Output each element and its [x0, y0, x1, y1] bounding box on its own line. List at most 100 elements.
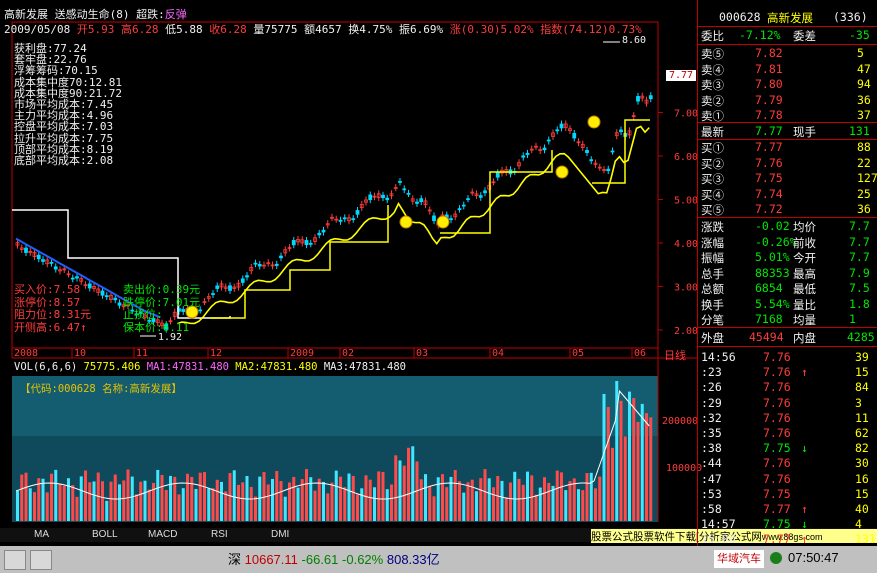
volume-bar: [606, 407, 610, 521]
quote-value: 5.54%: [755, 296, 790, 311]
ask-price[interactable]: 7.80: [755, 77, 783, 91]
volume-bar: [181, 488, 185, 521]
quote-value: 7.5: [849, 281, 870, 295]
tick-price: 7.76: [763, 350, 791, 364]
candle-body: [245, 275, 249, 278]
tick-time: 15:00: [701, 532, 736, 547]
ask-price[interactable]: 7.82: [755, 46, 783, 60]
cost-stats: 获利盘:77.24 套牢盘:22.76 浮筹筹码:70.15 成本集中度70:12.8…: [0, 40, 200, 180]
tick-price: 7.76: [763, 395, 791, 410]
volume-bar: [547, 482, 551, 521]
tick-price: 7.76: [763, 471, 791, 486]
trend-line-yellow: [177, 125, 650, 325]
candle-body: [546, 139, 551, 142]
price-tick-label: 7.00: [674, 109, 697, 120]
volume-bar: [130, 476, 134, 521]
volume-bar: [198, 472, 202, 521]
volume-bar: [390, 484, 393, 521]
volume-header: VOL(6,6,6) 75775.406 MA1:47831.480 MA2:4…: [14, 361, 406, 373]
panel-name[interactable]: 高新发展: [767, 10, 813, 26]
volume-bar: [79, 476, 83, 521]
latest-label: 最新: [701, 125, 724, 139]
candle-body: [41, 259, 45, 262]
volume-bar: [62, 485, 66, 521]
bid-price[interactable]: 7.74: [755, 187, 783, 201]
bid-price[interactable]: 7.72: [755, 202, 783, 216]
volume-bar: [581, 490, 585, 521]
tick-price: 7.76: [763, 380, 791, 395]
quote-value: 7168: [755, 312, 783, 326]
bid-price[interactable]: 7.77: [755, 140, 783, 154]
menu-button[interactable]: [4, 550, 26, 570]
tab-dmi[interactable]: DMI: [271, 529, 289, 540]
quote-value: 88353: [755, 265, 790, 280]
volume-bar: [453, 470, 457, 521]
panel-divider: [697, 346, 877, 347]
volume-bar: [351, 475, 355, 521]
low: 低5.88: [165, 23, 203, 36]
weicha-label: 委差: [793, 29, 816, 43]
volume-bar: [424, 474, 427, 521]
weibi-value: -7.12%: [739, 28, 781, 42]
weibi-label: 委比: [701, 29, 724, 43]
smiley-icon: [436, 215, 450, 229]
ticker-name[interactable]: 华域汽车: [714, 550, 764, 568]
bid-price[interactable]: 7.76: [755, 156, 783, 170]
index-amount: 808.33亿: [386, 552, 440, 567]
volume-bar: [50, 473, 53, 521]
volume-bar: [543, 477, 546, 521]
index-change: -66.61: [301, 552, 339, 567]
candle-body: [542, 147, 547, 151]
volume-bar: [568, 481, 572, 521]
tick-time: :32: [701, 410, 722, 425]
candle-body: [415, 201, 419, 204]
low-label: 1.92: [158, 332, 183, 343]
candle-body: [559, 123, 564, 129]
candle-body: [495, 172, 500, 178]
ask-label: 卖⑤: [701, 47, 724, 61]
tick-time: :53: [701, 486, 722, 501]
volume-bar: [228, 473, 232, 521]
period-label[interactable]: 日线: [664, 347, 686, 363]
change: 涨(0.30)5.02%: [449, 23, 534, 36]
tick-price: 7.75: [763, 517, 791, 532]
tab-macd[interactable]: MACD: [148, 529, 177, 540]
ask-price[interactable]: 7.78: [755, 108, 783, 122]
bid-price[interactable]: 7.75: [755, 171, 783, 185]
toolbar-button[interactable]: [30, 550, 52, 570]
tab-ma[interactable]: MA: [34, 529, 49, 540]
candle-body: [355, 210, 360, 215]
volume-bar: [20, 474, 24, 521]
volume-bar: [139, 481, 143, 521]
volume-bar: [339, 476, 342, 521]
tab-rsi[interactable]: RSI: [211, 529, 228, 540]
tick-time: 14:57: [701, 517, 736, 532]
volume-bar: [169, 475, 172, 521]
ask-price[interactable]: 7.79: [755, 93, 783, 107]
candle-body: [253, 262, 258, 265]
time-tick-label: 12: [210, 348, 222, 359]
volume-bar: [445, 487, 449, 521]
candle-body: [49, 261, 54, 264]
volume-bar: [241, 482, 245, 521]
volume-bar: [254, 496, 257, 521]
tick-time: :44: [701, 456, 722, 471]
tick-vol: 84: [855, 380, 869, 395]
vol-ma2: MA2:47831.480: [235, 361, 318, 373]
volume-bar: [475, 491, 478, 521]
tick-vol: 82: [855, 441, 869, 456]
quote-label: 振幅: [701, 251, 724, 265]
tab-boll[interactable]: BOLL: [92, 529, 118, 540]
volume-bar: [560, 472, 563, 521]
volume-bar: [101, 481, 104, 521]
ask-price[interactable]: 7.81: [755, 62, 783, 76]
candle-body: [478, 195, 483, 198]
volume-bar: [398, 460, 402, 521]
tick-arrow: ↑: [801, 532, 808, 547]
candle-body: [432, 215, 436, 222]
candle-body: [75, 276, 79, 279]
price-tick-label: 5.00: [674, 196, 697, 207]
quote-value: 1.8: [849, 296, 870, 311]
volume-bar: [237, 484, 240, 521]
candle-body: [610, 150, 615, 153]
